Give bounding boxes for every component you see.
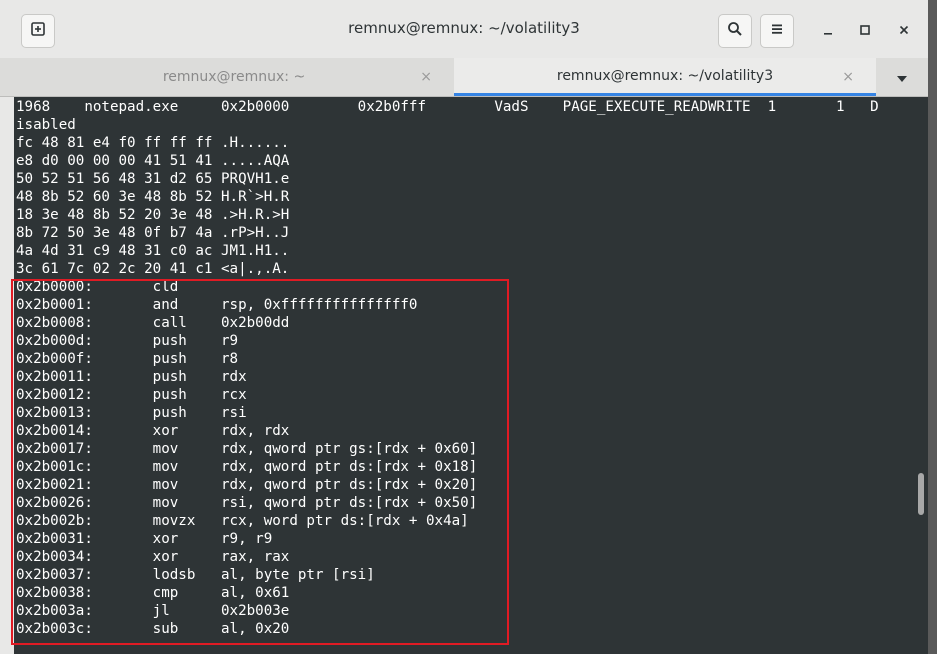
terminal-line: 0x2b002b: movzx rcx, word ptr ds:[rdx + … (16, 513, 469, 529)
terminal-line: 50 52 51 56 48 31 d2 65 PRQVH1.e (16, 171, 290, 187)
close-button[interactable] (896, 22, 912, 38)
close-icon (898, 21, 910, 40)
terminal-window: remnux@remnux: ~/volatility3 remnux@remn… (0, 0, 928, 654)
terminal-line: 0x2b0012: push rcx (16, 387, 247, 403)
terminal-line: 0x2b0031: xor r9, r9 (16, 531, 273, 547)
search-button[interactable] (718, 14, 752, 48)
tab-close-button[interactable]: × (842, 69, 854, 85)
terminal-line: 0x2b003c: sub al, 0x20 (16, 621, 290, 637)
title-bar: remnux@remnux: ~/volatility3 (0, 0, 928, 59)
terminal-line: 1968 notepad.exe 0x2b0000 0x2b0fff VadS … (16, 99, 879, 115)
tab-bar: remnux@remnux: ~ × remnux@remnux: ~/vola… (0, 58, 928, 97)
terminal-line: e8 d0 00 00 00 41 51 41 .....AQA (16, 153, 290, 169)
terminal-output[interactable]: 1968 notepad.exe 0x2b0000 0x2b0fff VadS … (14, 97, 914, 654)
scrollbar[interactable] (914, 97, 928, 654)
terminal-line: 48 8b 52 60 3e 48 8b 52 H.R`>H.R (16, 189, 290, 205)
maximize-button[interactable] (857, 22, 873, 38)
terminal-line: 0x2b0008: call 0x2b00dd (16, 315, 290, 331)
scrollbar-thumb[interactable] (918, 473, 924, 515)
desktop-background (928, 0, 937, 654)
menu-button[interactable] (760, 14, 794, 48)
terminal-line: 0x2b000d: push r9 (16, 333, 239, 349)
terminal-line: 0x2b0034: xor rax, rax (16, 549, 290, 565)
terminal-line: 3c 61 7c 02 2c 20 41 c1 <a|.,.A. (16, 261, 290, 277)
terminal-line: fc 48 81 e4 f0 ff ff ff .H...... (16, 135, 290, 151)
tab-close-button[interactable]: × (420, 69, 432, 85)
minimize-icon (822, 21, 834, 40)
terminal-line: isabled (16, 117, 76, 133)
tab-home[interactable]: remnux@remnux: ~ × (14, 58, 454, 96)
window-edge (0, 58, 14, 654)
chevron-down-icon (896, 68, 908, 87)
tab-list-button[interactable] (876, 58, 928, 96)
terminal-line: 0x2b0038: cmp al, 0x61 (16, 585, 290, 601)
terminal-line: 0x2b0021: mov rdx, qword ptr ds:[rdx + 0… (16, 477, 478, 493)
maximize-icon (859, 21, 871, 40)
search-icon (727, 21, 743, 41)
tab-volatility3[interactable]: remnux@remnux: ~/volatility3 × (454, 58, 876, 96)
terminal-line: 0x2b0037: lodsb al, byte ptr [rsi] (16, 567, 375, 583)
terminal-line: 8b 72 50 3e 48 0f b7 4a .rP>H..J (16, 225, 290, 241)
terminal-line: 0x2b000f: push r8 (16, 351, 239, 367)
terminal-line: 0x2b0011: push rdx (16, 369, 247, 385)
terminal-line: 4a 4d 31 c9 48 31 c0 ac JM1.H1.. (16, 243, 290, 259)
terminal-line: 0x2b0017: mov rdx, qword ptr gs:[rdx + 0… (16, 441, 478, 457)
terminal-line: 0x2b0001: and rsp, 0xfffffffffffffff0 (16, 297, 418, 313)
terminal-line: 0x2b003a: jl 0x2b003e (16, 603, 290, 619)
hamburger-menu-icon (769, 21, 785, 41)
tab-label: remnux@remnux: ~ (162, 69, 306, 85)
terminal-line: 0x2b0000: cld (16, 279, 179, 295)
terminal-line: 0x2b001c: mov rdx, qword ptr ds:[rdx + 0… (16, 459, 478, 475)
terminal-line: 0x2b0013: push rsi (16, 405, 247, 421)
terminal-line: 0x2b0014: xor rdx, rdx (16, 423, 290, 439)
minimize-button[interactable] (820, 22, 836, 38)
terminal-line: 18 3e 48 8b 52 20 3e 48 .>H.R.>H (16, 207, 290, 223)
tab-label: remnux@remnux: ~/volatility3 (556, 67, 774, 84)
terminal-line: 0x2b0026: mov rsi, qword ptr ds:[rdx + 0… (16, 495, 478, 511)
